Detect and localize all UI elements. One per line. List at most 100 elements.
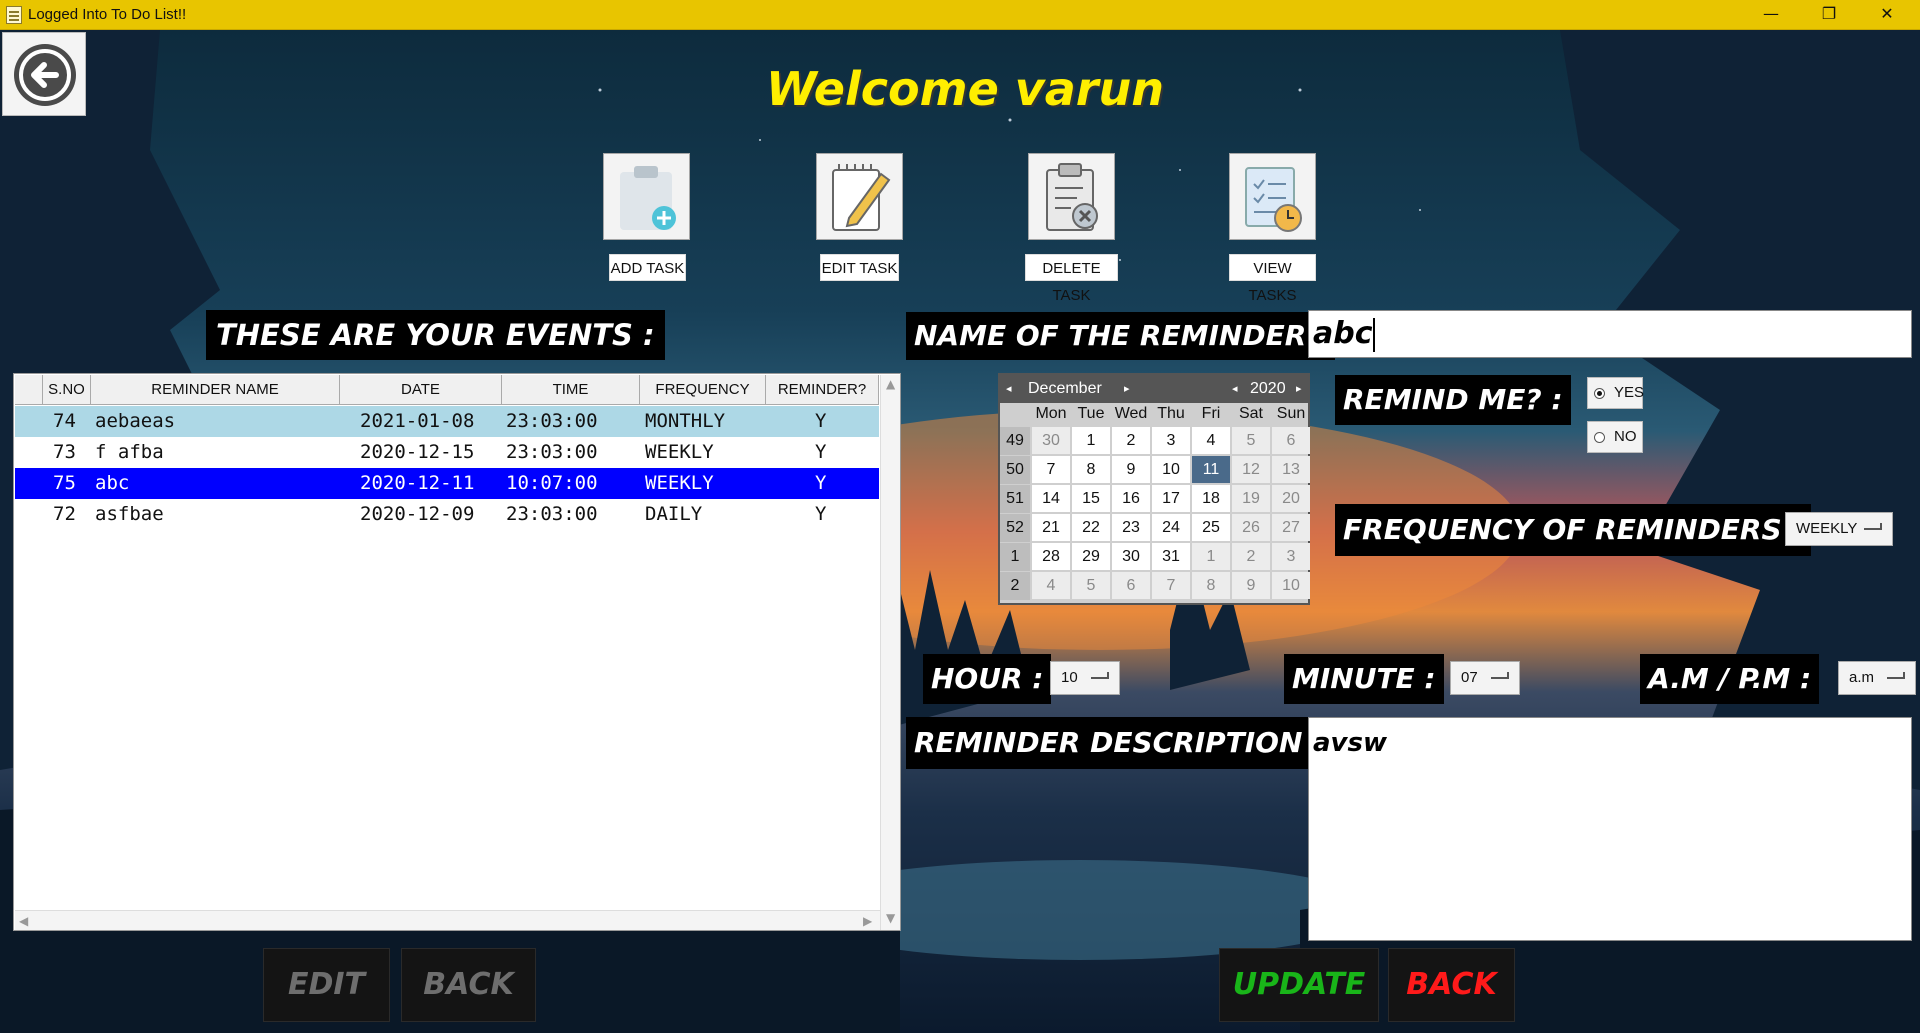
calendar-day[interactable]: 29 xyxy=(1072,543,1110,570)
clipboard-delete-icon xyxy=(1046,163,1098,231)
remind-yes-label: YES xyxy=(1614,384,1645,401)
calendar-day[interactable]: 8 xyxy=(1192,572,1230,599)
cell-date: 2020-12-15 xyxy=(360,441,475,463)
add-task-label: ADD TASK xyxy=(609,254,686,281)
calendar-day[interactable]: 13 xyxy=(1272,456,1310,483)
table-row[interactable]: 74 aebaeas 2021-01-08 23:03:00 MONTHLY Y xyxy=(15,406,879,437)
calendar-day[interactable]: 25 xyxy=(1192,514,1230,541)
add-task-button[interactable] xyxy=(603,153,690,240)
calendar-day[interactable]: 8 xyxy=(1072,456,1110,483)
prev-month-icon[interactable]: ◂ xyxy=(1006,382,1012,395)
header-reminder[interactable]: REMINDER? xyxy=(766,375,879,405)
calendar-day[interactable]: 2 xyxy=(1232,543,1270,570)
table-row[interactable]: 73 f afba 2020-12-15 23:03:00 WEEKLY Y xyxy=(15,437,879,468)
calendar-day[interactable]: 9 xyxy=(1232,572,1270,599)
calendar-day[interactable]: 23 xyxy=(1112,514,1150,541)
cell-time: 23:03:00 xyxy=(506,410,598,432)
calendar-week-number: 49 xyxy=(1000,427,1030,455)
back-button-left[interactable]: BACK xyxy=(401,948,536,1022)
table-row[interactable]: 72 asfbae 2020-12-09 23:03:00 DAILY Y xyxy=(15,499,879,530)
remind-no-radio[interactable]: NO xyxy=(1587,421,1643,453)
calendar-day[interactable]: 11 xyxy=(1192,456,1230,483)
header-blank xyxy=(15,375,43,405)
scroll-left-icon[interactable]: ◀ xyxy=(19,914,28,928)
reminder-name-input[interactable]: abc xyxy=(1308,310,1912,358)
prev-year-icon[interactable]: ◂ xyxy=(1232,382,1238,395)
calendar-day[interactable]: 12 xyxy=(1232,456,1270,483)
back-button-right[interactable]: BACK xyxy=(1388,948,1515,1022)
calendar-day[interactable]: 9 xyxy=(1112,456,1150,483)
calendar-day[interactable]: 4 xyxy=(1032,572,1070,599)
update-button[interactable]: UPDATE xyxy=(1219,948,1379,1022)
calendar-day[interactable]: 30 xyxy=(1032,427,1070,454)
calendar-day[interactable]: 7 xyxy=(1152,572,1190,599)
table-header: S.NO REMINDER NAME DATE TIME FREQUENCY R… xyxy=(15,375,879,405)
delete-task-label: DELETE TASK xyxy=(1025,254,1118,304)
scroll-right-icon[interactable]: ▶ xyxy=(863,914,872,928)
vertical-scrollbar[interactable]: ▲ ▼ xyxy=(880,375,900,930)
cell-time: 23:03:00 xyxy=(506,503,598,525)
calendar-day[interactable]: 31 xyxy=(1152,543,1190,570)
scroll-up-icon[interactable]: ▲ xyxy=(886,377,895,391)
calendar-day[interactable]: 21 xyxy=(1032,514,1070,541)
calendar-day[interactable]: 20 xyxy=(1272,485,1310,512)
date-calendar[interactable]: ◂ December ▸ ◂ 2020 ▸ Mon Tue Wed Thu Fri Sat… xyxy=(998,373,1310,605)
header-reminder-name[interactable]: REMINDER NAME xyxy=(91,375,340,405)
header-date[interactable]: DATE xyxy=(340,375,502,405)
calendar-day[interactable]: 24 xyxy=(1152,514,1190,541)
edit-button[interactable]: EDIT xyxy=(263,948,390,1022)
minute-dropdown[interactable]: 07 xyxy=(1450,661,1520,695)
next-year-icon[interactable]: ▸ xyxy=(1296,382,1302,395)
minimize-button[interactable]: — xyxy=(1742,0,1800,30)
scroll-down-icon[interactable]: ▼ xyxy=(886,911,895,925)
calendar-day[interactable]: 3 xyxy=(1152,427,1190,454)
calendar-day[interactable]: 3 xyxy=(1272,543,1310,570)
description-textarea[interactable]: avsw xyxy=(1308,717,1912,941)
remind-yes-radio[interactable]: YES xyxy=(1587,377,1645,409)
next-month-icon[interactable]: ▸ xyxy=(1124,382,1130,395)
calendar-day[interactable]: 6 xyxy=(1112,572,1150,599)
horizontal-scrollbar[interactable]: ◀ ▶ xyxy=(15,910,880,930)
calendar-day[interactable]: 15 xyxy=(1072,485,1110,512)
calendar-day[interactable]: 6 xyxy=(1272,427,1310,454)
close-button[interactable]: ✕ xyxy=(1858,0,1916,30)
calendar-day[interactable]: 27 xyxy=(1272,514,1310,541)
calendar-day[interactable]: 10 xyxy=(1272,572,1310,599)
calendar-day[interactable]: 19 xyxy=(1232,485,1270,512)
restore-button[interactable]: ❐ xyxy=(1800,0,1858,30)
checklist-clock-icon xyxy=(1245,167,1302,232)
header-frequency[interactable]: FREQUENCY xyxy=(640,375,766,405)
hour-dropdown[interactable]: 10 xyxy=(1050,661,1120,695)
edit-task-button[interactable] xyxy=(816,153,903,240)
calendar-dow: Thu xyxy=(1157,405,1185,422)
calendar-day[interactable]: 16 xyxy=(1112,485,1150,512)
table-row-selected[interactable]: 75 abc 2020-12-11 10:07:00 WEEKLY Y xyxy=(15,468,879,499)
calendar-day[interactable]: 30 xyxy=(1112,543,1150,570)
calendar-day[interactable]: 10 xyxy=(1152,456,1190,483)
cell-time: 23:03:00 xyxy=(506,441,598,463)
header-sno[interactable]: S.NO xyxy=(43,375,91,405)
calendar-day[interactable]: 28 xyxy=(1032,543,1070,570)
calendar-day[interactable]: 2 xyxy=(1112,427,1150,454)
calendar-day[interactable]: 4 xyxy=(1192,427,1230,454)
calendar-day[interactable]: 1 xyxy=(1192,543,1230,570)
calendar-day[interactable]: 14 xyxy=(1032,485,1070,512)
ampm-dropdown[interactable]: a.m xyxy=(1838,661,1916,695)
back-arrow-button[interactable] xyxy=(2,32,86,116)
calendar-day[interactable]: 1 xyxy=(1072,427,1110,454)
header-time[interactable]: TIME xyxy=(502,375,640,405)
delete-task-button[interactable] xyxy=(1028,153,1115,240)
view-tasks-button[interactable] xyxy=(1229,153,1316,240)
cell-reminder: Y xyxy=(815,503,827,525)
calendar-day[interactable]: 7 xyxy=(1032,456,1070,483)
cell-reminder: Y xyxy=(815,441,827,463)
calendar-day[interactable]: 5 xyxy=(1072,572,1110,599)
calendar-day[interactable]: 5 xyxy=(1232,427,1270,454)
calendar-day[interactable]: 26 xyxy=(1232,514,1270,541)
calendar-day[interactable]: 17 xyxy=(1152,485,1190,512)
calendar-day[interactable]: 22 xyxy=(1072,514,1110,541)
events-heading: THESE ARE YOUR EVENTS : xyxy=(206,310,665,360)
reminder-name-label: NAME OF THE REMINDER : xyxy=(906,312,1336,360)
frequency-dropdown[interactable]: WEEKLY xyxy=(1785,512,1893,546)
calendar-day[interactable]: 18 xyxy=(1192,485,1230,512)
